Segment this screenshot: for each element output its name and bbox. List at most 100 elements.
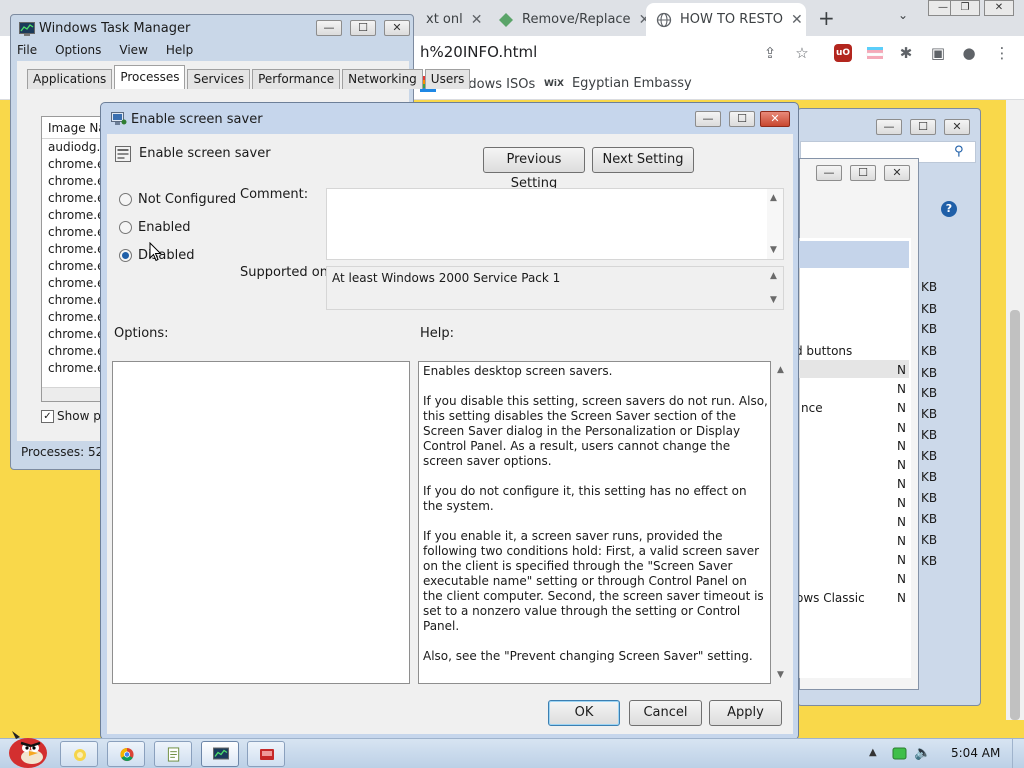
help-icon[interactable]: ? [941,201,957,217]
ok-button[interactable]: OK [548,700,620,726]
browser-tab[interactable]: Remove/Replace ✕ [488,3,646,36]
minimize-icon[interactable]: — [695,111,721,127]
battery-icon[interactable] [892,746,908,761]
comment-label: Comment: [240,187,309,202]
bookmark-star-icon[interactable]: ☆ [793,44,811,62]
radio-label: Disabled [138,248,195,263]
close-icon[interactable]: ✕ [471,12,483,28]
scroll-down-icon[interactable]: ▼ [770,245,777,255]
minimize-icon[interactable]: — [316,20,342,36]
extensions-puzzle-icon[interactable]: ✱ [897,44,915,62]
scroll-up-icon[interactable]: ▲ [770,193,777,203]
diamond-icon [499,12,513,27]
list-cell: KB [921,407,938,421]
help-paragraph: If you disable this setting, screen save… [423,394,768,468]
help-paragraph: If you do not configure it, this setting… [423,484,747,513]
scroll-up-icon[interactable]: ▲ [777,365,784,375]
taskbar-item-chrome[interactable] [107,741,145,767]
scroll-down-icon[interactable]: ▼ [770,295,777,305]
apply-button[interactable]: Apply [709,700,782,726]
close-icon[interactable]: ✕ [791,12,803,28]
tab-networking[interactable]: Networking [342,69,423,89]
browser-tab-active[interactable]: HOW TO RESTO ✕ [646,3,806,36]
close-icon[interactable]: ✕ [884,165,910,181]
start-button-angry-bird-icon[interactable] [2,729,50,768]
list-cell: KB [921,470,938,484]
menu-help[interactable]: Help [166,43,193,57]
menu-kebab-icon[interactable]: ⋮ [993,44,1011,62]
radio-button-selected[interactable] [119,249,132,262]
menu-file[interactable]: File [17,43,37,57]
comment-field[interactable]: ▲ ▼ [326,188,784,260]
taskbar-item-group-policy[interactable] [247,741,285,767]
menu-bar: File Options View Help [17,43,193,57]
search-icon[interactable]: ⚲ [954,144,964,159]
list-cell: N [897,572,906,586]
enable-screen-saver-dialog: Enable screen saver — ☐ ✕ Enable screen … [100,102,799,740]
scroll-up-icon[interactable]: ▲ [770,271,777,281]
list-cell: KB [921,491,938,505]
maximize-icon[interactable]: ☐ [729,111,755,127]
cancel-button[interactable]: Cancel [629,700,702,726]
address-bar[interactable]: h%20INFO.html [420,43,537,61]
volume-icon[interactable]: 🔈 [914,745,931,761]
minimize-icon[interactable]: — [816,165,842,181]
checkbox-checked[interactable]: ✓ [41,409,54,423]
scrollbar-thumb[interactable] [1010,310,1020,720]
list-row[interactable] [799,360,909,378]
supported-on-value: At least Windows 2000 Service Pack 1 [332,271,561,285]
show-hidden-icons-icon[interactable]: ▲ [869,747,877,758]
maximize-icon[interactable]: ☐ [350,20,376,36]
maximize-icon[interactable]: ☐ [850,165,876,181]
menu-view[interactable]: View [119,43,147,57]
tab-strip: Applications Processes Services Performa… [27,65,472,89]
help-scrollbar[interactable]: ▲ ▼ [775,361,789,684]
list-cell: N [897,363,906,377]
scroll-down-icon[interactable]: ▼ [777,670,784,680]
tab-services[interactable]: Services [187,69,251,89]
task-manager-icon [19,22,35,36]
tab-search-icon[interactable]: ⌄ [898,8,908,22]
side-panel-icon[interactable]: ▣ [929,44,947,62]
minimize-icon[interactable]: — [876,119,902,135]
next-setting-button[interactable]: Next Setting [592,147,694,173]
ublock-icon[interactable]: uO [834,44,852,62]
profile-icon[interactable]: ● [960,44,978,62]
radio-button[interactable] [119,193,132,206]
list-cell: N [897,382,906,396]
share-icon[interactable]: ⇪ [761,44,779,62]
close-icon[interactable]: ✕ [639,12,646,28]
previous-setting-button[interactable]: Previous Setting [483,147,585,191]
menu-options[interactable]: Options [55,43,101,57]
radio-label: Not Configured [138,192,237,207]
list-cell: N [897,458,906,472]
tab-performance[interactable]: Performance [252,69,341,89]
tab-processes[interactable]: Processes [114,65,186,89]
maximize-icon[interactable]: ☐ [910,119,936,135]
dialog-body: Enable screen saver Previous Setting Nex… [107,134,793,734]
close-icon[interactable]: ✕ [760,111,790,127]
close-icon[interactable]: ✕ [984,0,1014,16]
selected-row[interactable] [799,241,909,268]
taskbar-item-task-manager[interactable] [201,741,239,767]
taskbar-item-notepad[interactable] [154,741,192,767]
extension-flag-icon[interactable] [866,44,884,62]
radio-enabled[interactable]: Enabled [119,220,191,235]
clock[interactable]: 5:04 AM [951,746,1000,760]
close-icon[interactable]: ✕ [944,119,970,135]
radio-not-configured[interactable]: Not Configured [119,192,236,207]
help-paragraph: Also, see the "Prevent changing Screen S… [423,649,753,663]
restore-icon[interactable]: ❐ [950,0,980,16]
tab-applications[interactable]: Applications [27,69,113,89]
taskbar-item-folder[interactable] [60,741,98,767]
new-tab-icon[interactable]: + [818,6,835,30]
show-desktop-button[interactable] [1012,739,1024,768]
vertical-scrollbar[interactable]: ▲ ▼ [767,189,783,259]
radio-button[interactable] [119,221,132,234]
tab-users[interactable]: Users [424,69,471,89]
vertical-scrollbar[interactable]: ▲ ▼ [767,267,783,309]
close-icon[interactable]: ✕ [384,20,410,36]
bookmark-egyptian-embassy[interactable]: WiX Egyptian Embassy [544,76,692,91]
browser-tab[interactable]: xt onl ✕ [416,3,488,36]
page-scrollbar[interactable] [1006,100,1024,720]
